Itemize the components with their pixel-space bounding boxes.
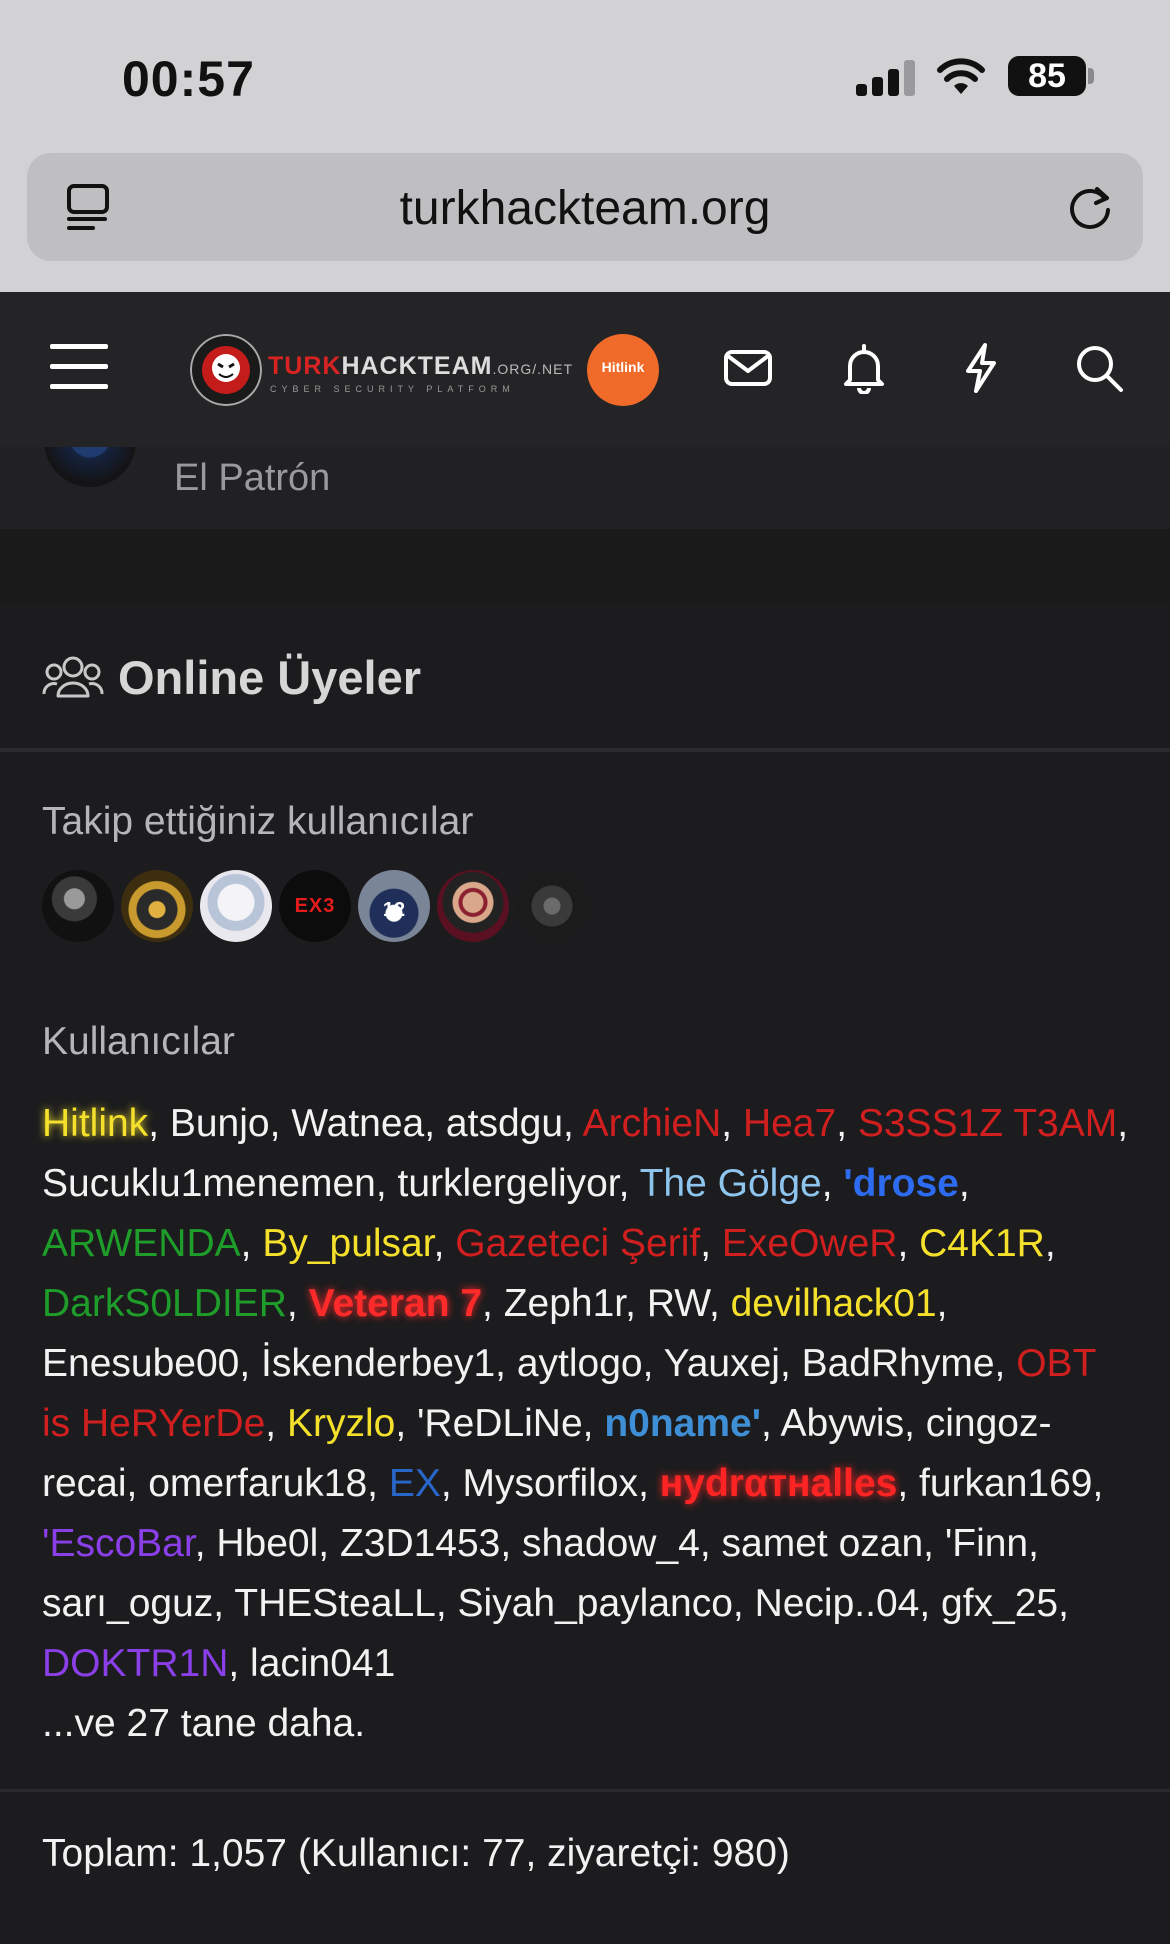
user-link[interactable]: ARWENDA xyxy=(42,1222,241,1265)
user-link[interactable]: 'ReDLiNe xyxy=(417,1402,583,1445)
block-title: Online Üyeler xyxy=(118,651,421,704)
bell-icon[interactable] xyxy=(838,342,890,394)
divider xyxy=(0,1789,1170,1792)
user-link[interactable]: Hea7 xyxy=(743,1102,836,1145)
user-link[interactable]: DarkS0LDIER xyxy=(42,1282,287,1325)
user-link[interactable]: aytlogo xyxy=(517,1342,643,1385)
address-bar[interactable]: turkhackteam.org xyxy=(27,153,1143,261)
battery-indicator: 85 xyxy=(1008,56,1086,96)
user-link[interactable]: 'EscoBar xyxy=(42,1522,195,1565)
users-label: Kullanıcılar xyxy=(42,1020,235,1063)
url-text[interactable]: turkhackteam.org xyxy=(27,181,1143,236)
user-link[interactable]: Hitlink xyxy=(42,1102,148,1145)
avatar[interactable] xyxy=(121,870,193,942)
user-link[interactable]: turklergeliyor xyxy=(398,1162,619,1205)
user-link[interactable]: ExeOweR xyxy=(722,1222,898,1265)
section-gap xyxy=(0,529,1170,604)
more-users-text: ...ve 27 tane daha. xyxy=(42,1702,366,1745)
status-time: 00:57 xyxy=(122,51,255,107)
user-link[interactable]: S3SS1Z T3AM xyxy=(858,1102,1117,1145)
followed-label: Takip ettiğiniz kullanıcılar xyxy=(42,800,474,843)
user-link[interactable]: sarı_oguz xyxy=(42,1582,213,1625)
wifi-icon xyxy=(937,58,985,94)
avatar[interactable]: EX3 xyxy=(279,870,351,942)
user-link[interactable]: 'Finn xyxy=(945,1522,1028,1565)
user-link[interactable]: Kryzlo xyxy=(287,1402,395,1445)
member-title: El Patrón xyxy=(174,457,331,499)
avatar[interactable] xyxy=(200,870,272,942)
user-link[interactable]: devilhack01 xyxy=(731,1282,937,1325)
avatar[interactable] xyxy=(42,870,114,942)
user-link[interactable]: samet ozan xyxy=(722,1522,924,1565)
avatar[interactable] xyxy=(516,870,588,942)
user-link[interactable]: RW xyxy=(647,1282,709,1325)
users-icon xyxy=(42,656,104,698)
user-link[interactable]: C4K1R xyxy=(919,1222,1045,1265)
user-link[interactable]: Z3D1453 xyxy=(340,1522,500,1565)
user-link[interactable]: furkan169 xyxy=(919,1462,1092,1505)
user-link[interactable]: Gazeteci Şerif xyxy=(455,1222,700,1265)
user-link[interactable]: BadRhyme xyxy=(802,1342,995,1385)
hitlink-badge[interactable]: Hitlink xyxy=(587,334,659,406)
user-link[interactable]: Abywis xyxy=(781,1402,905,1445)
battery-nub xyxy=(1088,68,1094,84)
user-link[interactable]: EX xyxy=(389,1462,441,1505)
user-link[interactable]: gfx_25 xyxy=(941,1582,1058,1625)
user-link[interactable]: Veteran 7 xyxy=(309,1282,482,1325)
user-link[interactable]: İskenderbey1 xyxy=(261,1342,495,1385)
logo-emblem-icon xyxy=(190,334,262,406)
user-link[interactable]: n0name' xyxy=(604,1402,761,1445)
hamburger-menu-icon[interactable] xyxy=(50,344,108,390)
user-link[interactable]: ArchieN xyxy=(583,1102,722,1145)
user-link[interactable]: atsdgu xyxy=(446,1102,563,1145)
user-link[interactable]: The Gölge xyxy=(640,1162,822,1205)
user-link[interactable]: Sucuklu1menemen xyxy=(42,1162,376,1205)
user-link[interactable]: lacin041 xyxy=(250,1642,395,1685)
user-link[interactable]: 'drose xyxy=(843,1162,958,1205)
user-link[interactable]: Enesube00 xyxy=(42,1342,239,1385)
user-link[interactable]: Siyah_paylanco xyxy=(458,1582,733,1625)
search-icon[interactable] xyxy=(1073,342,1125,394)
user-link[interactable]: By_pulsar xyxy=(262,1222,433,1265)
online-total: Toplam: 1,057 (Kullanıcı: 77, ziyaretçi:… xyxy=(42,1832,790,1875)
user-link[interactable]: Mysorfilox xyxy=(463,1462,639,1505)
user-link[interactable]: shadow_4 xyxy=(522,1522,700,1565)
lightning-icon[interactable] xyxy=(955,342,1007,394)
user-link[interactable]: DOKTR1N xyxy=(42,1642,228,1685)
online-members-block: Online Üyeler Takip ettiğiniz kullanıcıl… xyxy=(0,604,1170,1944)
logo-wordmark: TURKHACKTEAM.ORG/.NET xyxy=(268,352,574,380)
reload-icon[interactable] xyxy=(1063,179,1117,233)
user-link[interactable]: omerfaruk18 xyxy=(148,1462,367,1505)
block-header: Online Üyeler xyxy=(0,604,1170,752)
user-link[interactable]: нydrαтнalles xyxy=(660,1462,898,1505)
user-link[interactable]: THESteaLL xyxy=(234,1582,436,1625)
browser-chrome: 00:57 85 turkhackteam.org xyxy=(0,0,1170,292)
user-link[interactable]: Yauxej xyxy=(664,1342,780,1385)
logo-subtitle: CYBER SECURITY PLATFORM xyxy=(270,384,515,394)
user-link[interactable]: Bunjo xyxy=(170,1102,270,1145)
cellular-signal-icon xyxy=(856,60,916,96)
user-link[interactable]: Necip..04 xyxy=(755,1582,920,1625)
member-card-partial: El Patrón xyxy=(0,437,1170,529)
site-logo[interactable]: TURKHACKTEAM.ORG/.NET CYBER SECURITY PLA… xyxy=(190,334,572,408)
site-header: TURKHACKTEAM.ORG/.NET CYBER SECURITY PLA… xyxy=(0,292,1170,447)
online-users-list: Hitlink, Bunjo, Watnea, atsdgu, ArchieN,… xyxy=(42,1102,1129,1745)
avatar[interactable] xyxy=(437,870,509,942)
user-link[interactable]: Hbe0l xyxy=(216,1522,318,1565)
avatar[interactable]: 12 xyxy=(358,870,430,942)
user-link[interactable]: Zeph1r xyxy=(504,1282,625,1325)
user-link[interactable]: Watnea xyxy=(291,1102,424,1145)
mail-icon[interactable] xyxy=(722,342,774,394)
